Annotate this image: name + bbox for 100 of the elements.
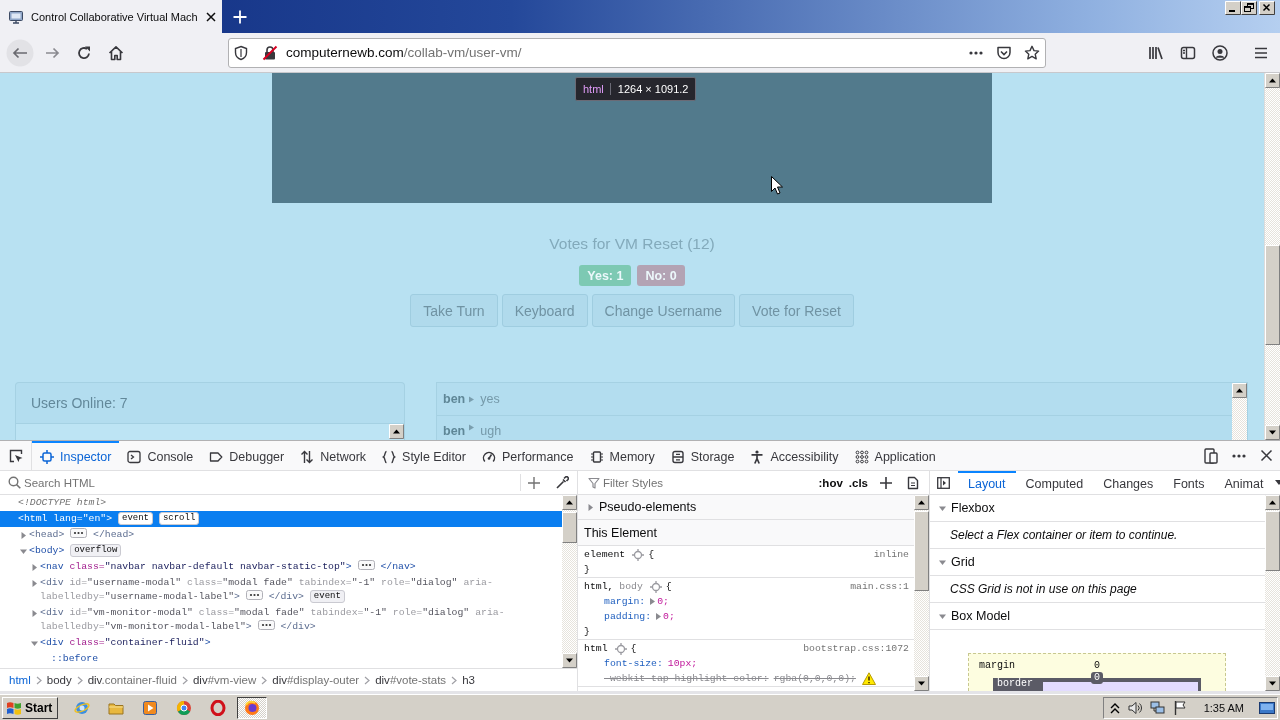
breadcrumb[interactable]: div#vm-view xyxy=(187,674,262,686)
ellipsis-icon[interactable] xyxy=(257,620,275,630)
element-picker-icon[interactable] xyxy=(7,447,24,464)
scrollbar[interactable] xyxy=(1265,495,1280,691)
toggle-button[interactable]: .cls xyxy=(848,476,868,489)
sidebar-tab[interactable]: Changes xyxy=(1093,471,1164,494)
markup-badge[interactable]: overflow xyxy=(70,544,122,557)
chevron-up-icon[interactable] xyxy=(1109,701,1120,714)
breadcrumb[interactable]: div.container-fluid xyxy=(82,674,182,686)
address-bar[interactable]: computernewb.com/collab-vm/user-vm/ xyxy=(228,37,1046,68)
sidebar-tab[interactable]: Computed xyxy=(1015,471,1094,494)
markup-badge[interactable]: scroll xyxy=(158,512,200,525)
sidebar-tab[interactable]: Animat xyxy=(1214,471,1274,494)
close-icon[interactable] xyxy=(204,10,217,23)
toggle-button[interactable]: :hov xyxy=(818,476,843,489)
filter-styles-field[interactable]: Filter Styles xyxy=(578,471,819,494)
collapsed-arrow-icon[interactable] xyxy=(586,502,595,512)
clock[interactable]: 1:35 AM xyxy=(1203,701,1244,714)
breadcrumb[interactable]: html xyxy=(4,674,36,686)
scroll-down-arrow-icon[interactable] xyxy=(1265,676,1280,691)
lock-slash-icon[interactable] xyxy=(262,44,278,61)
scroll-down-arrow-icon[interactable] xyxy=(914,676,929,691)
scroll-up-arrow-icon[interactable] xyxy=(562,495,577,510)
browser-tab[interactable]: Control Collaborative Virtual Mach xyxy=(0,0,222,33)
breadcrumb[interactable]: body xyxy=(41,674,77,686)
collapsed-arrow-icon[interactable] xyxy=(19,530,28,540)
close-icon[interactable] xyxy=(1260,449,1273,462)
expand-arrow-icon[interactable] xyxy=(650,598,656,605)
scrollbar-thumb[interactable] xyxy=(562,512,577,543)
scrollbar[interactable] xyxy=(562,495,577,668)
restore-icon[interactable] xyxy=(1241,1,1257,15)
border-value[interactable]: 0 xyxy=(1091,672,1103,684)
taskbar-button[interactable] xyxy=(237,696,268,719)
scrollbar[interactable] xyxy=(914,495,929,691)
crosshair-icon[interactable] xyxy=(632,548,645,561)
markup-badge[interactable]: event xyxy=(309,590,345,603)
property-value[interactable]: 0; xyxy=(663,611,675,622)
devtools-tab[interactable]: Debugger xyxy=(201,441,293,470)
rule-source-link[interactable]: main.css:1 xyxy=(850,581,909,592)
start-button[interactable]: Start xyxy=(2,696,59,719)
markup-row[interactable]: <head> </head> xyxy=(0,527,562,543)
account-icon[interactable] xyxy=(1212,44,1228,61)
markup-badge[interactable]: event xyxy=(118,512,153,525)
markup-row[interactable]: <!DOCTYPE html> xyxy=(0,495,562,511)
scrollbar-thumb[interactable] xyxy=(914,511,929,591)
sidebar-tab[interactable]: Layout xyxy=(958,471,1016,494)
scroll-up-arrow-icon[interactable] xyxy=(914,495,929,510)
markup-row[interactable]: <div id="vm-monitor-modal" class="modal fade" tabindex="-1" role="dialog" aria-labelledby="vm-monitor-modal-label"> </div> xyxy=(0,605,562,635)
scrollbar-thumb[interactable] xyxy=(1265,245,1280,345)
devtools-tab[interactable]: Style Editor xyxy=(374,441,474,470)
scroll-up-arrow-icon[interactable] xyxy=(1232,383,1247,398)
margin-value[interactable]: 0 xyxy=(1094,659,1100,671)
devtools-tab[interactable]: Memory xyxy=(581,441,663,470)
devtools-tab[interactable]: Accessibility xyxy=(742,441,847,470)
library-icon[interactable] xyxy=(1148,44,1164,61)
property-value[interactable]: rgba(0,0,0,0); xyxy=(773,673,856,684)
responsive-design-icon[interactable] xyxy=(1204,447,1218,464)
sidebar-icon[interactable] xyxy=(1180,44,1196,61)
scroll-down-arrow-icon[interactable] xyxy=(1265,425,1280,440)
devtools-tab[interactable]: Network xyxy=(292,441,375,470)
eyedropper-icon[interactable] xyxy=(555,475,569,490)
markup-row[interactable]: <div id="username-modal" class="modal fade" tabindex="-1" role="dialog" aria-labelledby="username-modal-label"> </div> event xyxy=(0,575,562,605)
section-header[interactable]: Grid xyxy=(930,549,1265,576)
devtools-tab[interactable]: Console xyxy=(119,441,202,470)
markup-row[interactable]: <body> overflow xyxy=(0,543,562,559)
ellipsis-icon[interactable] xyxy=(70,528,88,538)
section-header[interactable]: Box Model xyxy=(930,603,1265,630)
property-name[interactable]: margin: xyxy=(604,596,646,607)
scroll-up-arrow-icon[interactable] xyxy=(389,424,404,439)
chevron-shield-icon[interactable] xyxy=(996,44,1012,61)
reload-icon[interactable] xyxy=(76,44,92,61)
rule-source-link[interactable]: inline xyxy=(873,549,909,560)
property-value[interactable]: 0; xyxy=(657,596,669,607)
crosshair-icon[interactable] xyxy=(649,580,662,593)
scroll-down-arrow-icon[interactable] xyxy=(562,653,577,668)
plus-icon[interactable] xyxy=(879,475,893,490)
property-name[interactable]: padding: xyxy=(604,611,652,622)
markup-row[interactable]: ::before xyxy=(0,651,562,667)
section-header[interactable]: Pseudo-elements xyxy=(578,495,914,520)
computer-icon[interactable] xyxy=(1149,699,1166,716)
devtools-tab[interactable]: Performance xyxy=(473,441,582,470)
ellipsis-icon[interactable] xyxy=(357,560,375,570)
section-header[interactable]: Flexbox xyxy=(930,495,1265,522)
search-html-field[interactable]: Search HTML xyxy=(0,471,520,494)
devtools-tab[interactable]: Application xyxy=(846,441,944,470)
property-value[interactable]: 10px; xyxy=(667,658,698,669)
markup-row[interactable]: <html lang="en"> event scroll xyxy=(0,511,562,527)
back-icon[interactable] xyxy=(6,38,34,67)
property-name[interactable]: font-size: xyxy=(604,658,663,669)
sidebar-toggle-icon[interactable] xyxy=(937,476,950,489)
breadcrumb[interactable]: div#display-outer xyxy=(267,674,365,686)
scrollbar[interactable] xyxy=(1232,383,1247,440)
ellipsis-icon[interactable] xyxy=(245,590,263,600)
url-text[interactable]: computernewb.com/collab-vm/user-vm/ xyxy=(286,45,522,60)
home-icon[interactable] xyxy=(108,44,124,61)
show-desktop-icon[interactable] xyxy=(1259,700,1275,715)
rule-source-link[interactable]: bootstrap.css:1072 xyxy=(803,643,909,654)
collapsed-arrow-icon[interactable] xyxy=(30,578,39,588)
speaker-icon[interactable] xyxy=(1126,699,1143,716)
star-icon[interactable] xyxy=(1024,44,1040,61)
